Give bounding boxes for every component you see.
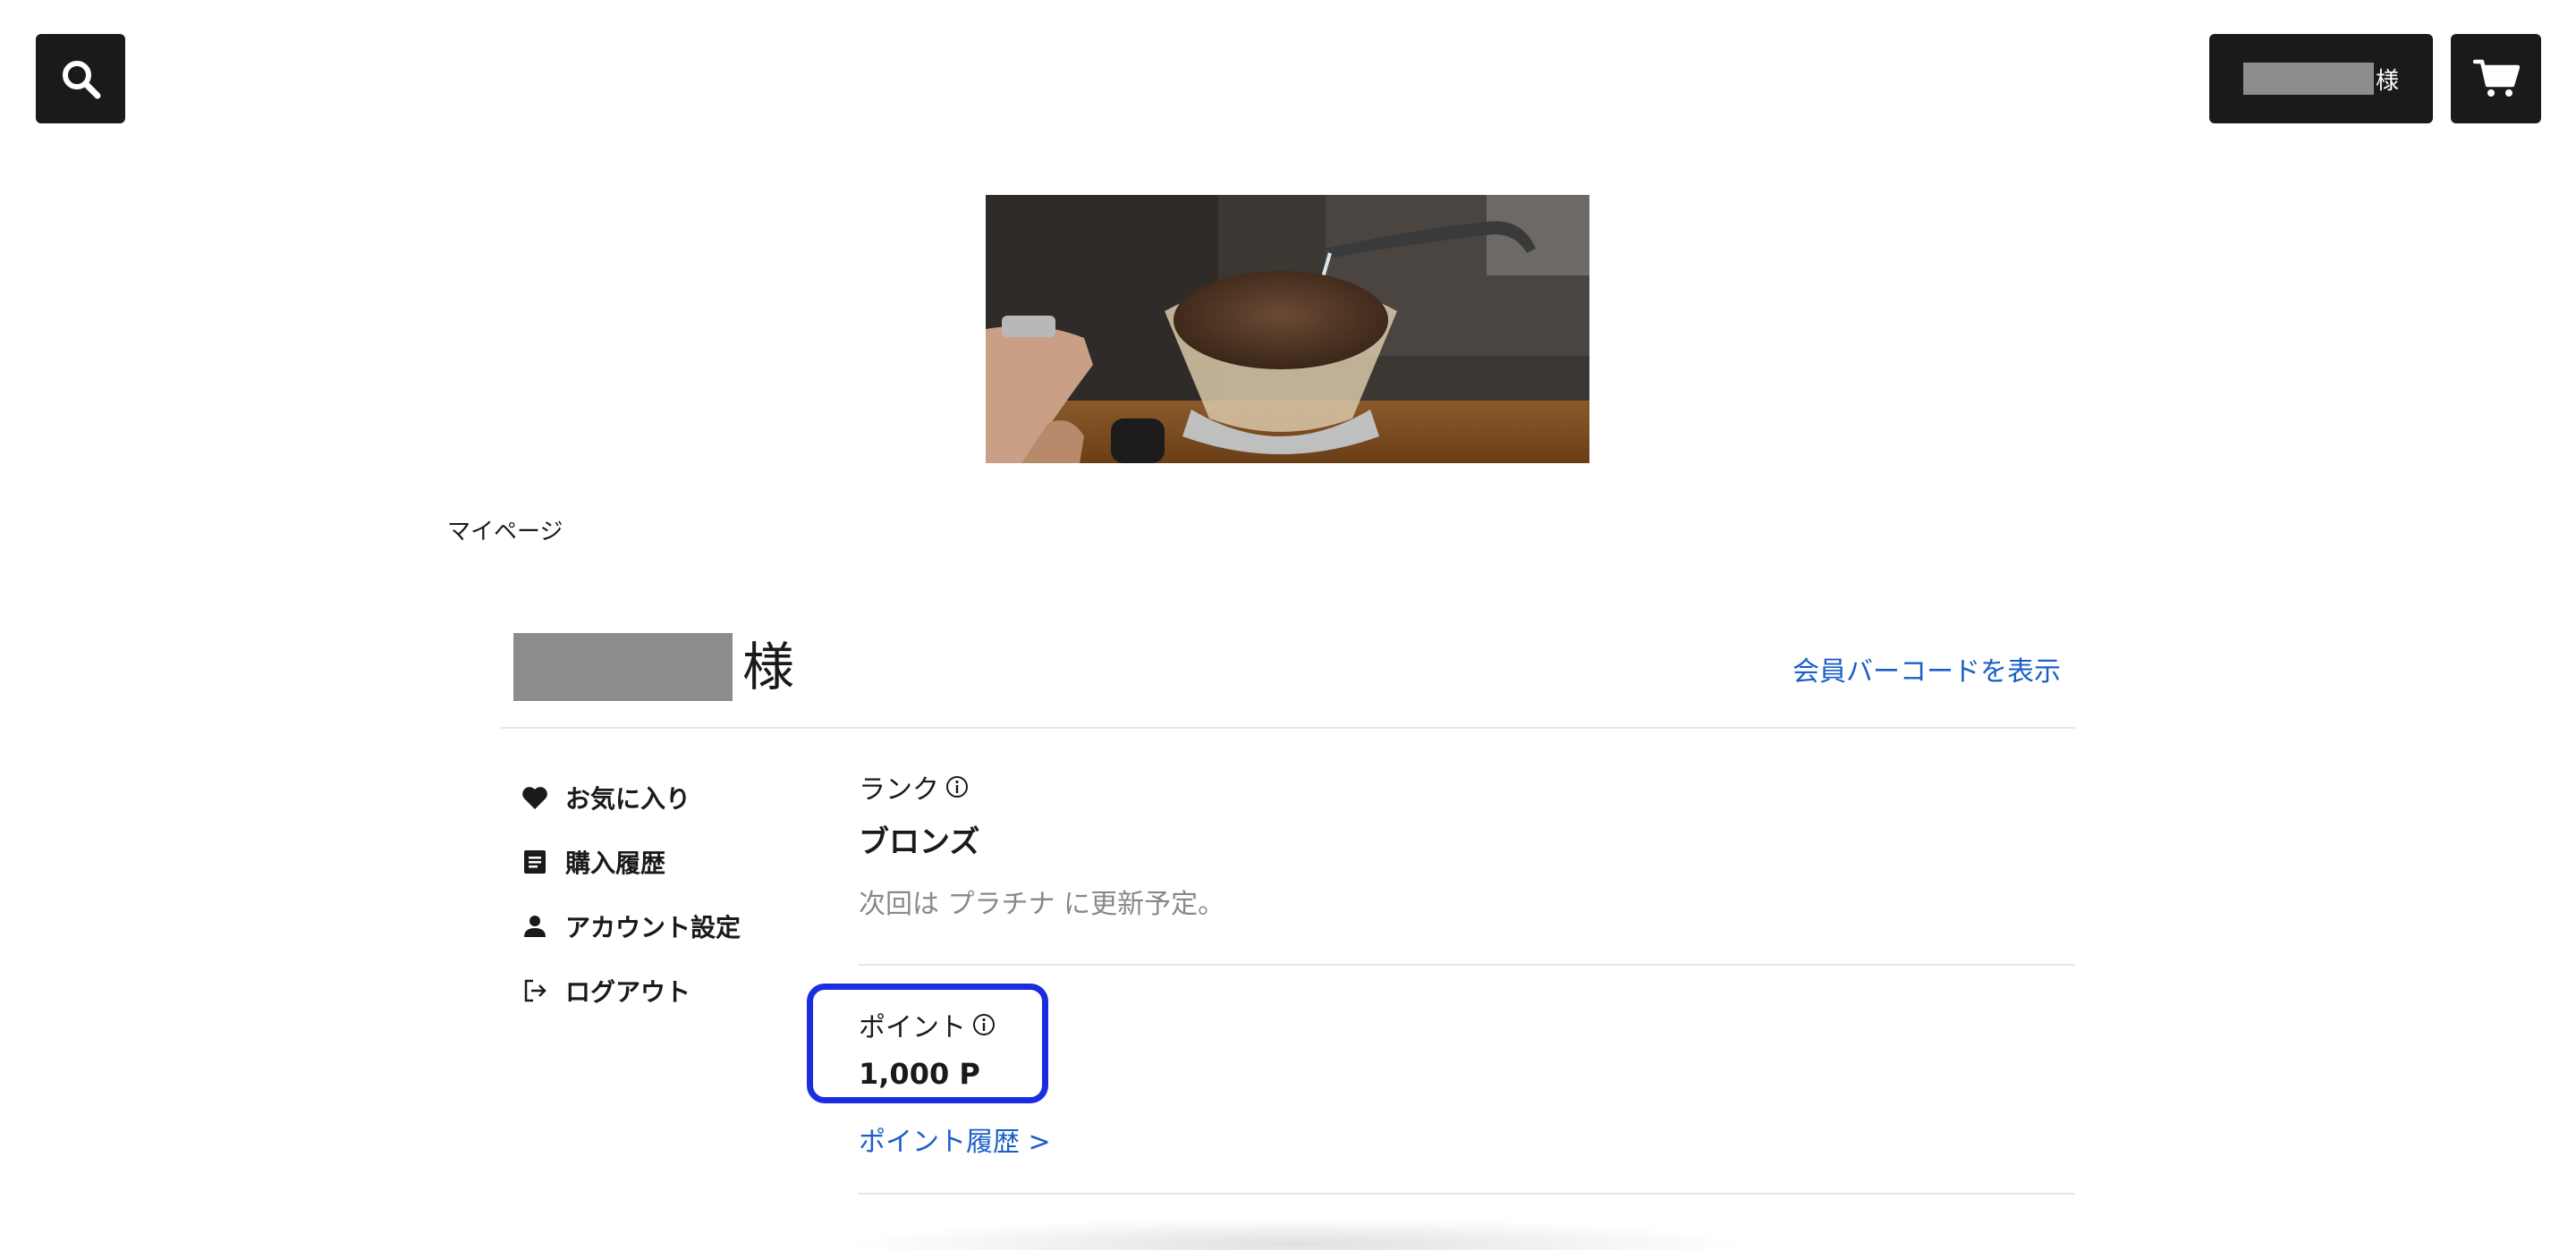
my-page: 様 マイページ 様 会員バーコードを表示 お気に入り 購入履歴 アカウント設定 … <box>0 0 2576 1250</box>
menu-item-label: お気に入り <box>565 784 691 814</box>
account-button-suffix: 様 <box>2375 67 2399 95</box>
search-icon <box>63 61 101 99</box>
info-icon[interactable] <box>945 774 970 799</box>
rank-label-row: ランク <box>859 767 970 807</box>
points-divider <box>859 1193 2075 1195</box>
heart-icon <box>521 783 549 812</box>
member-name-suffix: 様 <box>742 637 795 697</box>
redacted-member-name <box>513 633 733 701</box>
menu-item-logout[interactable]: ログアウト <box>521 971 691 1010</box>
person-icon <box>521 912 549 941</box>
cart-button[interactable] <box>2451 34 2541 123</box>
card-shadow <box>841 1218 1753 1250</box>
header-divider <box>501 727 2075 729</box>
menu-item-label: ログアウト <box>565 977 691 1007</box>
rank-update-note: 次回は プラチナ に更新予定。 <box>859 889 1225 920</box>
show-member-barcode-link[interactable]: 会員バーコードを表示 <box>1792 649 2061 688</box>
account-button[interactable]: 様 <box>2209 34 2433 123</box>
search-button[interactable] <box>36 34 125 123</box>
hero-image <box>986 195 1589 463</box>
rank-divider <box>859 964 2075 966</box>
logout-icon <box>521 976 549 1005</box>
menu-item-favorites[interactable]: お気に入り <box>521 778 691 817</box>
rank-label: ランク <box>859 774 939 806</box>
cart-icon <box>2472 59 2520 97</box>
points-history-link[interactable]: ポイント履歴 > <box>859 1119 1051 1159</box>
menu-item-label: 購入履歴 <box>565 849 666 878</box>
menu-item-label: アカウント設定 <box>565 913 741 942</box>
breadcrumb: マイページ <box>447 519 564 545</box>
points-highlight-box <box>807 984 1048 1103</box>
redacted-username <box>2242 63 2374 95</box>
rank-value: ブロンズ <box>859 824 980 860</box>
menu-item-account-settings[interactable]: アカウント設定 <box>521 907 741 946</box>
document-icon <box>521 848 549 876</box>
menu-item-purchase-history[interactable]: 購入履歴 <box>521 842 665 882</box>
